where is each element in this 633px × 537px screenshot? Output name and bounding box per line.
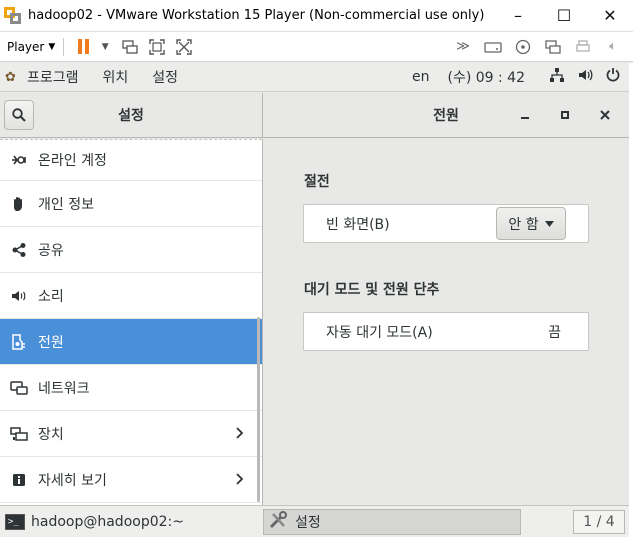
- sidebar-item-label: 장치: [38, 426, 64, 443]
- info-icon: [9, 473, 29, 487]
- toolbar-divider: [63, 37, 65, 56]
- sidebar-header: 설정: [0, 93, 263, 137]
- search-icon: [12, 108, 26, 122]
- player-menu-label: Player: [7, 39, 45, 54]
- maximize-icon: [561, 111, 569, 119]
- bottom-taskbar: >_ hadoop@hadoop02:~ 설정 1 / 4: [0, 505, 629, 537]
- sidebar-item-network[interactable]: 네트워크: [0, 365, 262, 411]
- network-icon: [9, 380, 29, 396]
- workspace-switcher[interactable]: 1 / 4: [573, 509, 625, 534]
- network-send-icon: [122, 39, 138, 54]
- gnome-top-bar: ✿ 프로그램 위치 설정 en (수) 09 : 42: [0, 63, 629, 92]
- sidebar-scrollbar[interactable]: [257, 317, 260, 502]
- power-panel: 절전 빈 화면(B) 안 함 대기 모드 및 전원 단추 자동 대기 모드(A)…: [264, 139, 629, 505]
- power-icon[interactable]: [605, 67, 621, 87]
- unity-mode-button[interactable]: [173, 36, 195, 58]
- taskbar-terminal[interactable]: >_ hadoop@hadoop02:~: [0, 509, 258, 535]
- network-adapter-icon[interactable]: [539, 36, 567, 58]
- sidebar-item-label: 개인 정보: [38, 196, 94, 213]
- cd-rom-icon[interactable]: [509, 36, 537, 58]
- applications-icon: ✿: [5, 70, 16, 85]
- close-button[interactable]: ✕: [587, 0, 633, 32]
- minimize-icon: [521, 117, 529, 119]
- close-button[interactable]: [585, 100, 625, 130]
- search-button[interactable]: [4, 100, 34, 130]
- vmware-toolbar: Player ▼ ▼ ≫ 🔈︎: [0, 32, 633, 62]
- input-method-indicator[interactable]: en: [412, 69, 430, 85]
- player-menu[interactable]: Player ▼: [7, 40, 55, 54]
- vmware-titlebar: hadoop02 - VMware Workstation 15 Player …: [0, 0, 633, 32]
- chevron-down-icon: [544, 220, 554, 227]
- chevron-right-icon: [236, 470, 244, 489]
- power-plug-icon: [9, 333, 29, 350]
- sidebar-item-label: 전원: [38, 334, 64, 351]
- settings-sidebar: 온라인 계정 개인 정보 공유 소리 전원 네트워크 장치 자세히 보기: [0, 139, 263, 505]
- unity-icon: [176, 38, 192, 55]
- forward-icon[interactable]: ≫: [449, 36, 477, 58]
- places-menu[interactable]: 위치: [103, 67, 129, 87]
- maximize-button[interactable]: [545, 100, 585, 130]
- panel-header: 전원: [263, 93, 629, 137]
- sidebar-item-sharing[interactable]: 공유: [0, 227, 262, 273]
- maximize-button[interactable]: ☐: [541, 0, 587, 32]
- send-ctrl-alt-del-button[interactable]: [119, 36, 141, 58]
- taskbar-terminal-label: hadoop@hadoop02:~: [31, 513, 184, 530]
- pause-icon: [77, 39, 89, 54]
- devices-icon: [9, 426, 29, 442]
- taskbar-settings[interactable]: 설정: [263, 508, 521, 535]
- auto-suspend-label: 자동 대기 모드(A): [326, 324, 433, 341]
- terminal-icon: >_: [5, 513, 25, 530]
- chevron-right-icon: [236, 424, 244, 443]
- minimize-button[interactable]: [505, 100, 545, 130]
- power-saving-heading: 절전: [304, 174, 330, 190]
- blank-screen-label: 빈 화면(B): [326, 216, 390, 233]
- sidebar-item-power[interactable]: 전원: [0, 319, 262, 365]
- speaker-icon: [9, 289, 29, 303]
- fullscreen-icon: [149, 38, 165, 55]
- window-edge: [629, 63, 633, 537]
- sound-card-icon[interactable]: 🔈︎: [599, 36, 627, 58]
- settings-headerbar: 설정 전원: [0, 93, 629, 138]
- sidebar-item-label: 자세히 보기: [38, 472, 107, 489]
- vmware-logo-icon: [4, 6, 22, 25]
- sidebar-item-label: 소리: [38, 288, 64, 305]
- taskbar-settings-label: 설정: [295, 514, 321, 531]
- chevron-down-icon: ▼: [48, 41, 56, 52]
- auto-suspend-row[interactable]: 자동 대기 모드(A) 끔: [303, 312, 589, 351]
- sidebar-item-details[interactable]: 자세히 보기: [0, 457, 262, 503]
- network-status-icon[interactable]: [549, 67, 565, 87]
- window-title: hadoop02 - VMware Workstation 15 Player …: [28, 8, 485, 23]
- clock[interactable]: (수) 09 : 42: [447, 67, 525, 87]
- sidebar-item-label: 공유: [38, 242, 64, 259]
- pause-button[interactable]: [72, 36, 94, 58]
- blank-screen-dropdown[interactable]: 안 함: [496, 207, 566, 240]
- sidebar-item-online-accounts[interactable]: 온라인 계정: [0, 139, 262, 181]
- device-icons: ≫ 🔈︎: [449, 36, 629, 58]
- close-icon: [600, 110, 610, 120]
- minimize-button[interactable]: –: [495, 0, 541, 32]
- online-accounts-icon: [9, 153, 29, 167]
- applications-menu[interactable]: 프로그램: [27, 67, 79, 87]
- settings-menu[interactable]: 설정: [152, 67, 178, 87]
- sidebar-item-privacy[interactable]: 개인 정보: [0, 181, 262, 227]
- printer-icon[interactable]: [569, 36, 597, 58]
- sidebar-item-label: 온라인 계정: [38, 153, 107, 169]
- sidebar-title: 설정: [118, 108, 144, 124]
- blank-screen-value: 안 함: [508, 216, 539, 233]
- sidebar-item-devices[interactable]: 장치: [0, 411, 262, 457]
- hard-disk-icon[interactable]: [479, 36, 507, 58]
- full-screen-button[interactable]: [146, 36, 168, 58]
- settings-tools-icon: [269, 510, 289, 533]
- privacy-hand-icon: [9, 196, 29, 212]
- volume-icon[interactable]: [577, 67, 593, 87]
- blank-screen-row: 빈 화면(B) 안 함: [303, 204, 589, 243]
- sidebar-item-sound[interactable]: 소리: [0, 273, 262, 319]
- share-icon: [9, 242, 29, 258]
- auto-suspend-value: 끔: [548, 324, 561, 341]
- pause-dropdown[interactable]: ▼: [99, 36, 111, 58]
- suspend-heading: 대기 모드 및 전원 단추: [304, 282, 440, 298]
- sidebar-item-label: 네트워크: [38, 380, 90, 397]
